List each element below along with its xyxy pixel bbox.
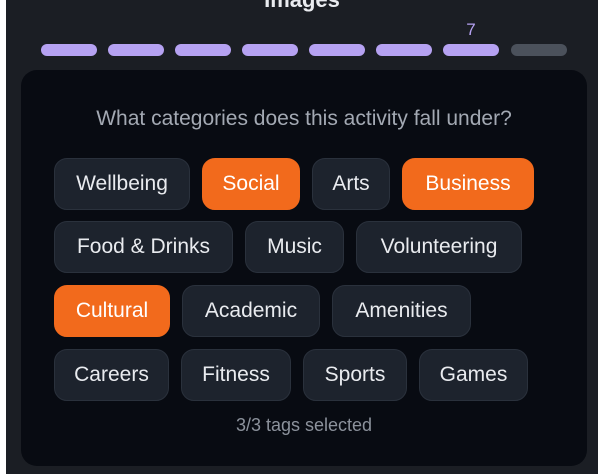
- tag-careers[interactable]: Careers: [54, 349, 169, 401]
- tag-fitness[interactable]: Fitness: [181, 349, 291, 401]
- page-title: Images: [6, 0, 598, 12]
- tag-volunteering[interactable]: Volunteering: [356, 221, 522, 273]
- step-progress-bar: 7: [41, 20, 569, 56]
- tag-music[interactable]: Music: [245, 221, 344, 273]
- progress-segment: [108, 44, 164, 56]
- progress-segment: [41, 44, 97, 56]
- progress-segment: [175, 44, 231, 56]
- tag-cultural[interactable]: Cultural: [54, 285, 170, 337]
- selection-counter: 3/3 tags selected: [235, 415, 373, 435]
- tag-academic[interactable]: Academic: [182, 285, 320, 337]
- progress-segment-current: 7: [443, 20, 499, 56]
- tag-wellbeing[interactable]: Wellbeing: [54, 158, 190, 210]
- category-card: What categories does this activity fall …: [21, 70, 587, 466]
- current-step-label: 7: [466, 20, 476, 39]
- progress-segment-remaining: [511, 44, 567, 56]
- tag-games[interactable]: Games: [419, 349, 528, 401]
- progress-segment: [309, 44, 365, 56]
- tag-sports[interactable]: Sports: [303, 349, 407, 401]
- progress-segment: [242, 44, 298, 56]
- tag-amenities[interactable]: Amenities: [332, 285, 471, 337]
- progress-segment: [376, 44, 432, 56]
- screen: Images 7 What categories does this activ…: [6, 0, 598, 474]
- tag-arts[interactable]: Arts: [312, 158, 390, 210]
- question-text: What categories does this activity fall …: [96, 107, 512, 130]
- tag-food-and-drinks[interactable]: Food & Drinks: [54, 221, 233, 273]
- tag-social[interactable]: Social: [202, 158, 300, 210]
- tag-business[interactable]: Business: [402, 158, 534, 210]
